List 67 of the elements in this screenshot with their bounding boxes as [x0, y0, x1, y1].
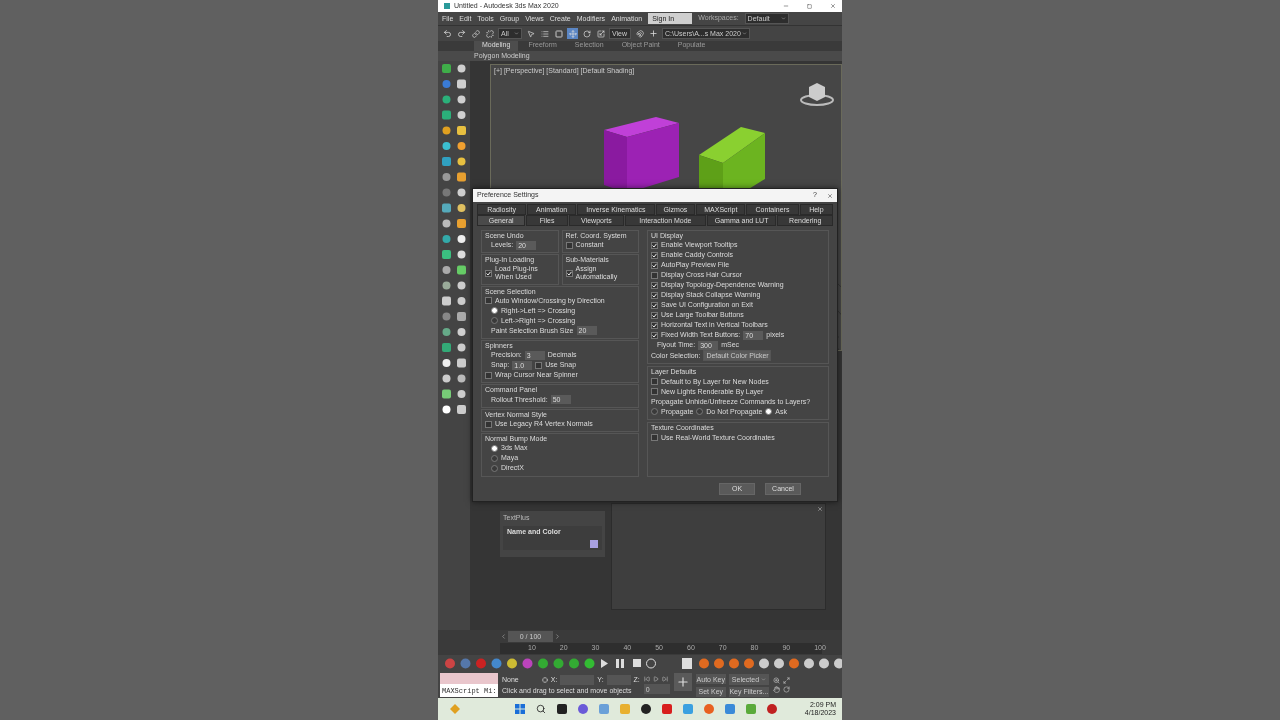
play-icon[interactable] — [652, 676, 659, 682]
checkbox[interactable] — [565, 269, 573, 277]
orbit-icon[interactable] — [782, 686, 790, 693]
viewcube-icon[interactable] — [800, 83, 834, 106]
checkbox[interactable] — [485, 297, 492, 305]
close-icon[interactable] — [827, 192, 833, 199]
radio-button[interactable] — [651, 408, 658, 416]
set-key-button[interactable] — [673, 673, 692, 691]
checkbox[interactable] — [651, 261, 658, 269]
move-button[interactable] — [567, 28, 578, 39]
zoom-icon[interactable] — [772, 677, 780, 684]
go-to-start-icon[interactable] — [643, 676, 650, 682]
radio-button[interactable] — [491, 317, 498, 325]
widgets-icon[interactable] — [449, 704, 460, 714]
start-icon[interactable] — [514, 704, 525, 714]
search-icon[interactable] — [535, 704, 546, 714]
checkbox[interactable] — [651, 331, 658, 339]
crosshair-icon[interactable] — [541, 676, 548, 683]
checkbox[interactable] — [651, 321, 658, 329]
close-icon[interactable] — [830, 3, 836, 9]
snap-button[interactable] — [634, 28, 645, 39]
maximize-icon[interactable] — [807, 3, 812, 9]
radio-button[interactable] — [696, 408, 704, 416]
checkbox[interactable] — [651, 378, 658, 386]
checkbox[interactable] — [485, 269, 492, 277]
checkbox[interactable] — [651, 291, 658, 299]
checkbox[interactable] — [651, 251, 658, 259]
caret-icon — [742, 31, 747, 36]
checkbox[interactable] — [485, 420, 492, 428]
caret-icon — [760, 676, 766, 682]
checkbox[interactable] — [485, 371, 492, 379]
pivot-button[interactable] — [648, 28, 659, 39]
radio-button[interactable] — [491, 455, 498, 462]
checkbox[interactable] — [651, 281, 658, 289]
checkbox[interactable] — [565, 241, 573, 249]
checkbox[interactable] — [651, 301, 658, 309]
next-frame-icon[interactable] — [554, 633, 561, 640]
radio-button[interactable] — [491, 465, 498, 472]
radio-button[interactable] — [765, 408, 773, 416]
color-swatch[interactable] — [590, 539, 598, 548]
link-button[interactable] — [470, 28, 481, 39]
go-to-end-icon[interactable] — [661, 676, 668, 682]
select-by-name-button[interactable] — [539, 28, 550, 39]
caret-icon — [780, 16, 786, 21]
checkbox[interactable] — [651, 311, 658, 319]
previous-frame-icon[interactable] — [500, 633, 507, 640]
app-icon[interactable] — [640, 704, 651, 714]
unlink-button[interactable] — [484, 28, 495, 39]
caret-icon — [514, 31, 519, 36]
app-icon[interactable] — [556, 704, 567, 714]
region-select-button[interactable] — [553, 28, 564, 39]
checkbox[interactable] — [651, 271, 658, 279]
radio-button[interactable] — [491, 307, 498, 315]
radio-button[interactable] — [491, 445, 498, 452]
checkbox[interactable] — [651, 388, 658, 396]
rotate-button[interactable] — [581, 28, 592, 39]
checkbox[interactable] — [535, 361, 543, 369]
zoom-extents-icon[interactable] — [782, 677, 790, 684]
checkbox[interactable] — [651, 434, 658, 442]
select-button[interactable] — [525, 28, 536, 39]
checkbox[interactable] — [651, 241, 658, 249]
scale-button[interactable] — [595, 28, 606, 39]
app-icon — [444, 3, 450, 9]
undo-button[interactable] — [442, 28, 453, 39]
pan-icon[interactable] — [772, 686, 780, 693]
redo-button[interactable] — [456, 28, 467, 39]
plus-icon — [675, 675, 690, 689]
